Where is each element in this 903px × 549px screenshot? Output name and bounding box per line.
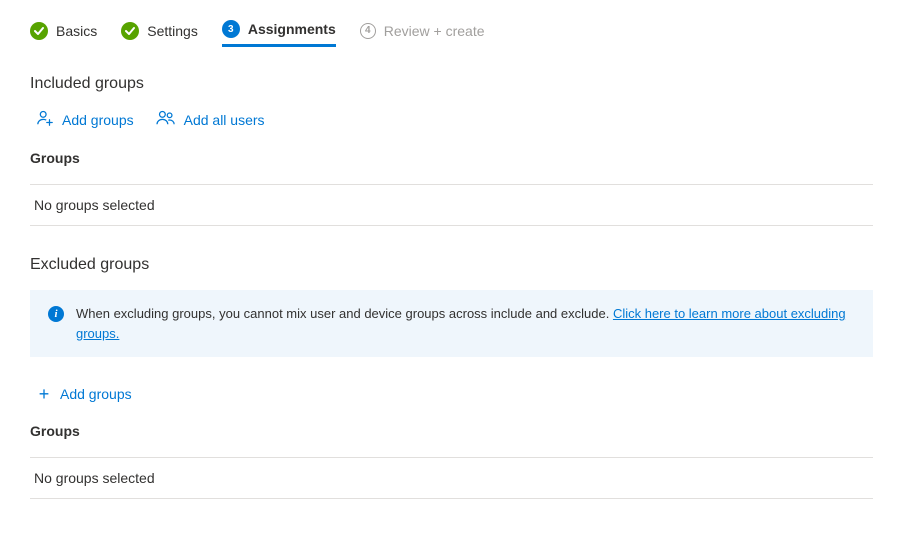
excluded-groups-table: No groups selected (30, 457, 873, 499)
add-all-users-label: Add all users (184, 112, 265, 128)
step-review-create[interactable]: 4 Review + create (360, 23, 485, 45)
add-groups-label: Add groups (60, 386, 132, 402)
excluded-actions: + Add groups (30, 385, 873, 403)
excluded-info-box: i When excluding groups, you cannot mix … (30, 290, 873, 357)
included-groups-heading: Groups (30, 150, 873, 174)
step-number-icon: 3 (222, 20, 240, 38)
add-groups-label: Add groups (62, 112, 134, 128)
included-groups-table: No groups selected (30, 184, 873, 226)
excluded-groups-title: Excluded groups (30, 256, 873, 274)
wizard-steps: Basics Settings 3 Assignments 4 Review +… (30, 20, 873, 47)
included-empty-text: No groups selected (30, 185, 873, 225)
included-groups-title: Included groups (30, 75, 873, 93)
add-all-users-button[interactable]: Add all users (156, 109, 265, 130)
check-icon (30, 22, 48, 40)
plus-icon: + (36, 385, 52, 403)
check-icon (121, 22, 139, 40)
step-label: Review + create (384, 23, 485, 39)
people-icon (156, 109, 176, 130)
excluded-groups-heading: Groups (30, 423, 873, 447)
step-label: Settings (147, 23, 198, 39)
info-icon: i (48, 306, 64, 322)
included-groups-section: Included groups Add groups A (30, 75, 873, 226)
excluded-info-text: When excluding groups, you cannot mix us… (76, 304, 855, 343)
step-assignments[interactable]: 3 Assignments (222, 20, 336, 47)
add-groups-button[interactable]: Add groups (36, 109, 134, 130)
add-groups-button[interactable]: + Add groups (36, 385, 132, 403)
step-label: Assignments (248, 21, 336, 37)
included-actions: Add groups Add all users (30, 109, 873, 130)
excluded-groups-section: Excluded groups i When excluding groups,… (30, 256, 873, 499)
person-add-icon (36, 109, 54, 130)
step-basics[interactable]: Basics (30, 22, 97, 46)
step-label: Basics (56, 23, 97, 39)
excluded-empty-text: No groups selected (30, 458, 873, 498)
step-number-icon: 4 (360, 23, 376, 39)
step-settings[interactable]: Settings (121, 22, 198, 46)
